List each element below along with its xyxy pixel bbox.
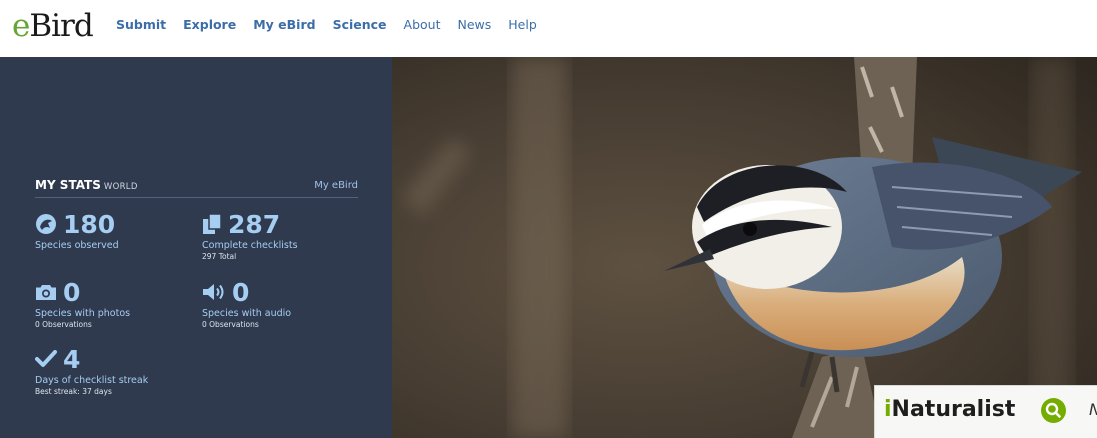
checkmark-icon (35, 350, 57, 367)
hero-bird-photo (392, 57, 1097, 438)
camera-icon (36, 285, 56, 300)
audio-count: 0 (232, 277, 250, 307)
inaturalist-truncated-text: N (1089, 400, 1097, 419)
species-bird-icon (36, 214, 56, 234)
nav-help[interactable]: Help (508, 17, 537, 32)
stat-species-with-photos[interactable]: 0 Species with photos 0 Observations (35, 277, 130, 330)
stats-divider (35, 197, 358, 198)
stat-species-observed[interactable]: 180 Species observed (35, 209, 119, 252)
ebird-logo[interactable]: eBird (12, 8, 94, 44)
my-ebird-link[interactable]: My eBird (314, 180, 358, 191)
inaturalist-search-button[interactable] (1041, 398, 1066, 423)
nav-news[interactable]: News (458, 17, 492, 32)
inaturalist-widget[interactable]: iNaturalist N (874, 385, 1097, 438)
photo-count: 0 (63, 277, 81, 307)
inaturalist-logo[interactable]: iNaturalist (884, 397, 1015, 422)
streak-count: 4 (63, 344, 81, 374)
nav-about[interactable]: About (404, 17, 441, 32)
stats-scope: WORLD (103, 182, 138, 192)
nav-submit[interactable]: Submit (116, 17, 166, 32)
stat-species-with-audio[interactable]: 0 Species with audio 0 Observations (202, 277, 291, 330)
site-header: eBird Submit Explore My eBird Science Ab… (0, 0, 1097, 57)
nuthatch-illustration (392, 57, 1097, 438)
checklist-count: 287 (228, 209, 281, 239)
stats-title: MY STATS WORLD (35, 178, 138, 192)
stat-checklist-streak[interactable]: 4 Days of checklist streak Best streak: … (35, 344, 148, 396)
nav-my-ebird[interactable]: My eBird (253, 17, 315, 32)
nav-explore[interactable]: Explore (183, 17, 236, 32)
search-icon (1045, 402, 1061, 418)
speaker-icon (203, 284, 224, 300)
checklist-icon (203, 213, 222, 234)
my-stats-panel: MY STATS WORLD My eBird 180 Species obser… (0, 57, 392, 438)
nav-science[interactable]: Science (333, 17, 387, 32)
species-count: 180 (63, 209, 116, 239)
stat-complete-checklists[interactable]: 287 Complete checklists 297 Total (202, 209, 298, 262)
main-nav: Submit Explore My eBird Science About Ne… (116, 17, 554, 32)
